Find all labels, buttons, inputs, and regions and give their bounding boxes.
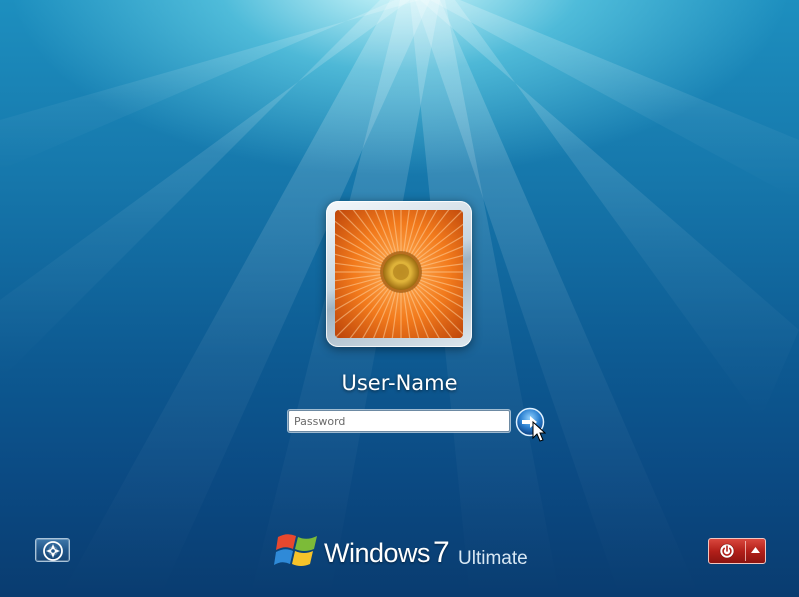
shutdown-button[interactable]	[709, 539, 745, 563]
brand-product: Windows	[324, 538, 431, 568]
arrow-right-icon	[515, 407, 545, 437]
triangle-up-icon	[751, 547, 760, 553]
user-picture-frame[interactable]	[326, 201, 472, 347]
shutdown-options-button[interactable]	[746, 539, 765, 563]
submit-arrow-button[interactable]	[515, 407, 545, 437]
password-field[interactable]	[288, 410, 510, 432]
flower-image	[335, 210, 463, 338]
user-name-label: User-Name	[341, 371, 458, 395]
brand-version: 7	[433, 536, 450, 569]
power-icon	[719, 543, 735, 559]
ease-of-access-icon	[43, 541, 63, 561]
windows-logo-icon	[274, 534, 317, 566]
ease-of-access-button[interactable]	[35, 538, 70, 562]
brand-edition: Ultimate	[458, 548, 528, 569]
windows-brand: Windows 7 Ultimate	[274, 528, 534, 576]
shutdown-control	[708, 538, 766, 564]
user-picture	[335, 210, 463, 338]
